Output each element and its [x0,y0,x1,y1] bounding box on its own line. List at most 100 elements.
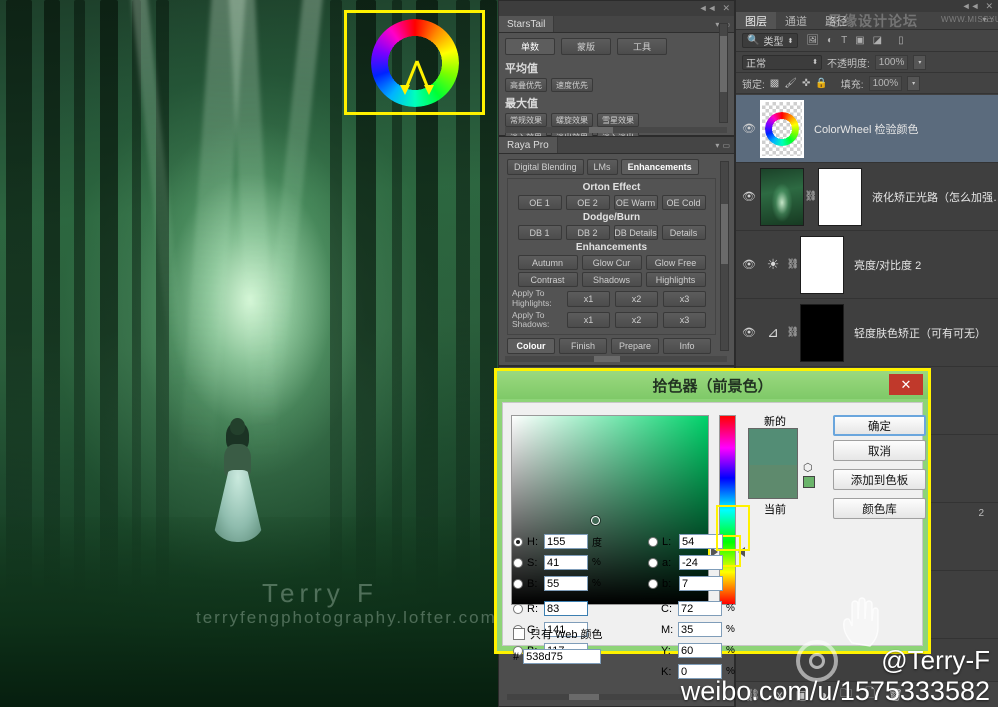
tab-layers[interactable]: 图层 [736,12,776,29]
scrollbar-thumb[interactable] [568,694,599,700]
color-library-button[interactable]: 颜色库 [833,498,926,519]
table-row[interactable]: 👁 ⊿ ⛓ 轻度肤色矫正（可有可无） [736,299,998,367]
st-tab-0[interactable]: 单数 [505,38,555,55]
layer-name[interactable]: 亮度/对比度 2 [844,257,998,273]
layer-name[interactable]: 液化矫正光路（怎么加强… [862,189,998,205]
color-picker-dialog[interactable]: 拾色器（前景色） ✕ 新的 当前 ⬡ 确定 取消 添加到色板 颜色库 H: 15… [494,368,931,679]
input-h[interactable]: 155 [544,534,588,549]
starstail-horizontal-scrollbar[interactable] [505,127,727,133]
table-row[interactable]: 👁 ☀ ⛓ 亮度/对比度 2 [736,231,998,299]
rp-btn-oecold[interactable]: OE Cold [661,195,706,210]
color-wheel-highlight-box[interactable] [344,10,485,115]
layer-thumbnail[interactable] [760,99,804,158]
opacity-value[interactable]: 100% [874,54,909,70]
close-icon[interactable]: ✕ [889,374,923,395]
rp-sh-x1[interactable]: x1 [567,312,610,329]
lock-all-icon[interactable]: 🔒 [815,78,827,89]
rp-sh-x3[interactable]: x3 [663,312,706,329]
radio-s[interactable] [513,557,523,568]
st-avg-btn-0[interactable]: 高叠优先 [505,78,547,92]
chevron-down-icon[interactable]: ⬍ [787,37,793,45]
input-m[interactable]: 35 [678,622,722,637]
lock-image-icon[interactable]: 🖌 [784,78,797,89]
input-l[interactable]: 54 [679,534,723,549]
brightness-icon[interactable]: ☀ [760,256,786,273]
starstail-vertical-scrollbar[interactable] [719,23,728,123]
adjustment-filter-icon[interactable]: ◐ [827,35,833,46]
rp-btn-oe1[interactable]: OE 1 [517,195,562,210]
filter-type-select[interactable]: 🔍 类型 ⬍ [742,33,799,48]
radio-h[interactable] [513,536,523,547]
web-colors-only-row[interactable]: 只有 Web 颜色 [513,626,603,642]
tab-channels[interactable]: 通道 [776,12,816,29]
radio-r[interactable] [513,603,523,614]
rp-foot-prepare[interactable]: Prepare [611,338,659,355]
fill-stepper[interactable]: ▾ [907,75,921,91]
layer-thumbnail[interactable] [760,167,804,226]
tab-starstail[interactable]: StarsTail [499,16,555,32]
shape-filter-icon[interactable]: ▣ [855,35,864,46]
lock-position-icon[interactable]: ✜ [802,78,810,89]
mask-link-icon[interactable]: ⛓ [786,259,800,270]
curves-icon[interactable]: ⊿ [760,324,786,341]
rp-foot-info[interactable]: Info [663,338,711,355]
close-icon[interactable]: ✕ [722,4,730,13]
input-y[interactable]: 60 [678,643,722,658]
ok-button[interactable]: 确定 [833,415,926,436]
layer-mask-thumbnail[interactable] [800,235,844,294]
mask-link-icon[interactable]: ⛓ [786,327,800,338]
rp-foot-finish[interactable]: Finish [559,338,607,355]
image-filter-icon[interactable]: 🖼 [806,35,819,46]
fill-value[interactable]: 100% [868,75,903,91]
st-max-btn-1[interactable]: 螺旋效果 [551,113,593,127]
type-filter-icon[interactable]: T [841,35,847,46]
eye-icon[interactable]: 👁 [738,122,760,135]
filter-toggle-icon[interactable]: ▯ [898,35,904,46]
rp-btn-oe2[interactable]: OE 2 [565,195,610,210]
rp-btn-glowfree[interactable]: Glow Free [645,255,706,270]
input-s[interactable]: 41 [544,555,588,570]
input-a[interactable]: -24 [679,555,723,570]
rp-btn-db1[interactable]: DB 1 [517,225,562,240]
layer-mask-thumbnail[interactable] [818,167,862,226]
web-safe-warning-icon[interactable] [803,476,815,488]
new-color-swatch[interactable] [748,428,798,465]
st-max-btn-0[interactable]: 常规效果 [505,113,547,127]
rp-hl-x3[interactable]: x3 [663,290,706,307]
opacity-stepper[interactable]: ▾ [913,54,927,70]
cancel-button[interactable]: 取消 [833,440,926,461]
table-row[interactable]: 👁 ColorWheel 检验颜色 [736,95,998,163]
starstail-panel[interactable]: ◄◄ ✕ StarsTail ▾▭ 单数 蒙版 工具 平均值 高叠优先 速度优先… [498,0,735,144]
gamut-warning-icon[interactable]: ⬡ [803,461,813,474]
rp-btn-oewarm[interactable]: OE Warm [613,195,658,210]
rp-sh-x2[interactable]: x2 [615,312,658,329]
radio-a[interactable] [648,557,658,568]
scrollbar-thumb[interactable] [721,204,728,264]
table-row[interactable]: 👁 ⛓ 液化矫正光路（怎么加强… [736,163,998,231]
close-icon[interactable]: ✕ [985,1,993,11]
eye-icon[interactable]: 👁 [738,258,760,271]
rp-hl-x1[interactable]: x1 [567,290,610,307]
input-b-hsb[interactable]: 55 [544,576,588,591]
hex-input[interactable]: 538d75 [523,649,602,664]
radio-l[interactable] [648,536,658,547]
rp-tab-digital-blending[interactable]: Digital Blending [507,159,584,175]
input-b-lab[interactable]: 7 [679,576,723,591]
scrollbar-thumb[interactable] [593,356,620,362]
smart-object-filter-icon[interactable]: ◪ [873,35,882,46]
eye-icon[interactable]: 👁 [738,326,760,339]
st-tab-1[interactable]: 蒙版 [561,38,611,55]
st-max-btn-2[interactable]: 雪星效果 [597,113,639,127]
rp-btn-shadows[interactable]: Shadows [581,272,642,287]
mask-link-icon[interactable]: ⛓ [804,191,818,202]
scrollbar-thumb[interactable] [589,127,614,133]
rp-btn-glowcur[interactable]: Glow Cur [581,255,642,270]
layer-name[interactable]: ColorWheel 检验颜色 [804,121,998,137]
st-tab-2[interactable]: 工具 [617,38,667,55]
add-swatch-button[interactable]: 添加到色板 [833,469,926,490]
lock-transparency-icon[interactable]: ▩ [770,78,779,89]
rayapro-vertical-scrollbar[interactable] [720,161,729,351]
rp-btn-dbdetails[interactable]: DB Details [613,225,658,240]
layer-mask-thumbnail[interactable] [800,303,844,362]
rayapro-horizontal-scrollbar[interactable] [505,356,727,362]
